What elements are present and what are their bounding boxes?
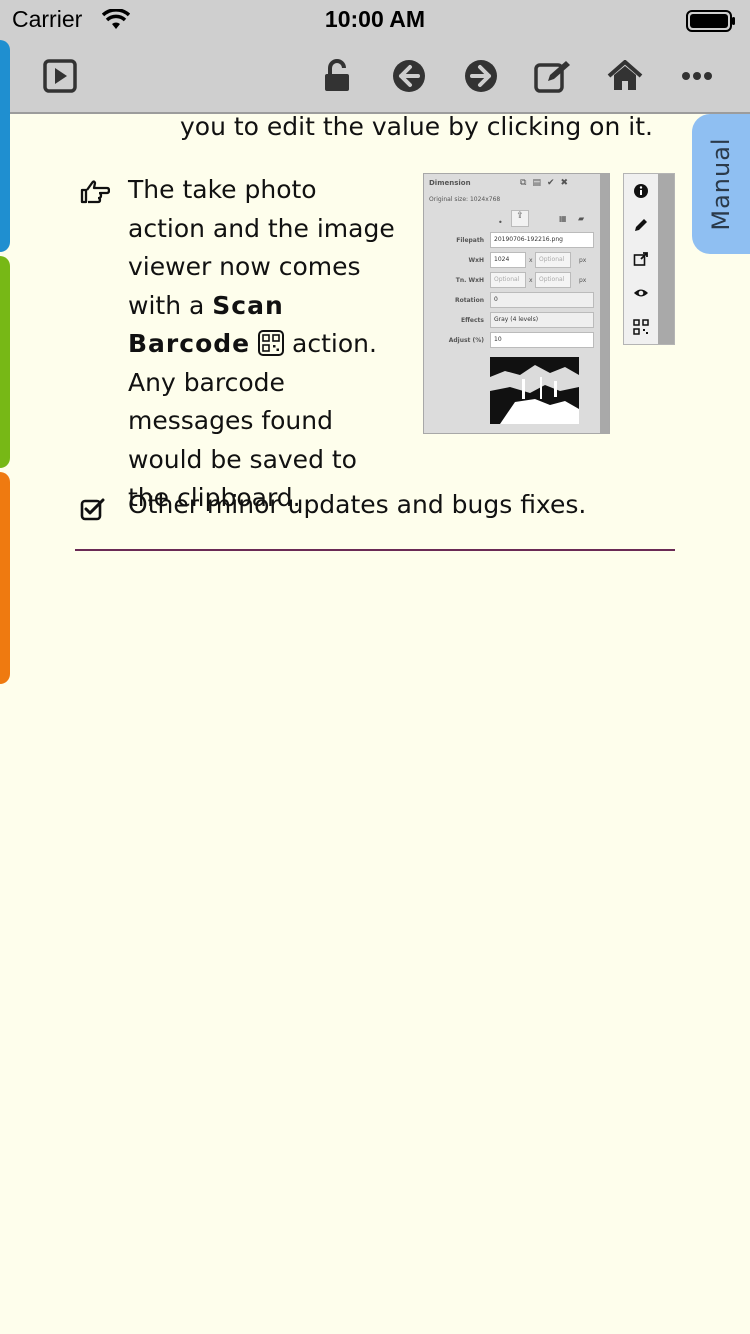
checkbox-checked-icon: [80, 498, 105, 521]
wxh-width-field: 1024: [490, 252, 526, 268]
unlock-icon[interactable]: [315, 54, 359, 98]
hand-pointing-icon: [80, 180, 110, 204]
effects-field: Gray (4 levels): [490, 312, 594, 328]
eye-icon: [634, 289, 648, 297]
tab-green[interactable]: [0, 256, 10, 468]
manual-tab-label: Manual: [707, 137, 735, 231]
play-square-icon[interactable]: [38, 54, 82, 98]
embedded-side-panel: [623, 173, 675, 345]
tab-blue[interactable]: [0, 40, 10, 252]
wxh-height-field: Optional: [535, 252, 571, 268]
section-divider: [75, 549, 675, 551]
screenshot-title: Dimension: [429, 179, 471, 187]
rotation-field: 0: [490, 292, 594, 308]
preview-image: [490, 357, 579, 424]
close-icon: ✖: [560, 178, 569, 188]
tn-wxh-label: Tn. WxH: [455, 277, 484, 284]
back-arrow-icon[interactable]: [387, 54, 431, 98]
tn-x: x: [529, 277, 533, 284]
home-icon[interactable]: [603, 54, 647, 98]
top-line-text: you to edit the value by clicking on it.: [180, 112, 653, 141]
wxh-px: px: [579, 257, 587, 264]
tn-width-field: Optional: [490, 272, 526, 288]
bullet-text-minor-updates: Other minor updates and bugs fixes.: [128, 490, 587, 519]
wxh-x: x: [529, 257, 533, 264]
external-link-icon: [633, 252, 648, 266]
screenshot-scrollbar: [600, 174, 609, 433]
dot-icon: •: [498, 218, 503, 227]
adjust-label: Adjust (%): [448, 337, 484, 344]
copy-icon: ⧉: [520, 178, 527, 188]
adjust-field: 10: [490, 332, 594, 348]
folder-icon: ▰: [578, 214, 585, 223]
effects-label: Effects: [460, 317, 484, 324]
toolbar: [0, 40, 750, 114]
filepath-field: 20190706-192216.png: [490, 232, 594, 248]
forward-arrow-icon[interactable]: [459, 54, 503, 98]
info-icon: [634, 184, 648, 198]
more-icon[interactable]: [675, 54, 719, 98]
paste-icon: ▤: [532, 178, 541, 188]
tab-orange[interactable]: [0, 472, 10, 684]
tn-px: px: [579, 277, 587, 284]
qr-panel-icon: [633, 319, 649, 335]
screenshot-toolbar-icons: ⧉ ▤ ✔ ✖: [520, 178, 574, 188]
tn-height-field: Optional: [535, 272, 571, 288]
manual-tab[interactable]: Manual: [692, 114, 750, 254]
rotation-label: Rotation: [455, 297, 484, 304]
status-bar: Carrier 10:00 AM: [0, 0, 750, 40]
side-panel-scrollbar: [658, 174, 674, 344]
battery-icon: [686, 10, 735, 32]
filepath-label: Filepath: [456, 237, 484, 244]
clock: 10:00 AM: [324, 6, 426, 32]
edit-icon[interactable]: [531, 54, 575, 98]
bullet-text-barcode: The take photo action and the image view…: [128, 171, 398, 518]
pencil-icon: [635, 219, 647, 231]
qr-code-icon: [258, 330, 285, 356]
upload-icon: ⇪: [511, 210, 529, 227]
wxh-label: WxH: [468, 257, 484, 264]
qr-small-icon: ▦: [559, 214, 567, 223]
check-icon: ✔: [546, 178, 555, 188]
screenshot-original-size: Original size: 1024x768: [429, 196, 501, 203]
embedded-dimension-screenshot: Dimension Original size: 1024x768 ⧉ ▤ ✔ ✖ •…: [423, 173, 610, 434]
